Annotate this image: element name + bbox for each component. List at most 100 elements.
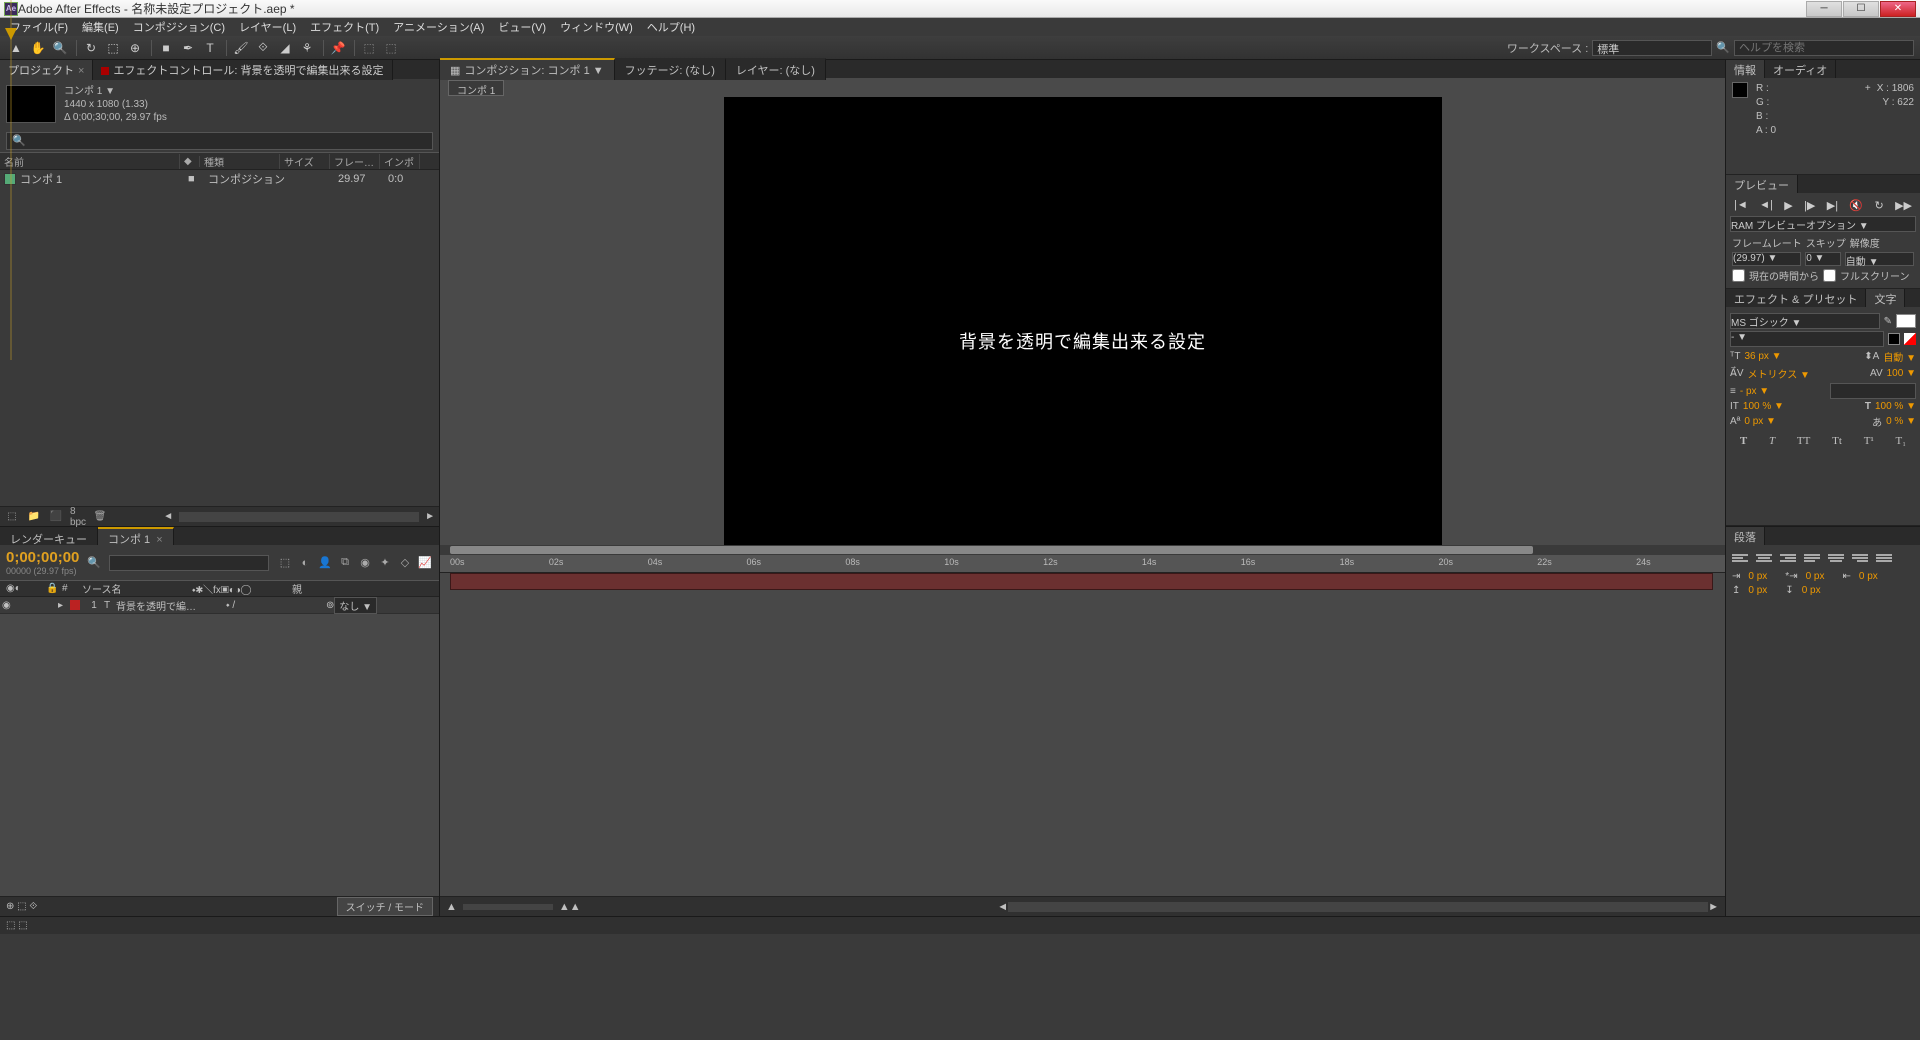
composition-thumbnail[interactable] bbox=[6, 85, 56, 123]
eyedropper-icon[interactable]: ✎ bbox=[1884, 316, 1892, 327]
faux-bold-icon[interactable]: T bbox=[1740, 435, 1747, 447]
space-after-value[interactable]: 0 px bbox=[1802, 585, 1821, 596]
pan-behind-tool-icon[interactable]: ⊕ bbox=[125, 39, 145, 57]
ram-preview-icon[interactable]: ▶▶ bbox=[1895, 199, 1912, 212]
menu-composition[interactable]: コンポジション(C) bbox=[127, 18, 231, 36]
roto-tool-icon[interactable]: ⚘ bbox=[297, 39, 317, 57]
parent-select[interactable]: なし ▼ bbox=[334, 597, 377, 614]
folder-icon[interactable]: 📁 bbox=[26, 510, 42, 524]
footage-tab[interactable]: フッテージ: (なし) bbox=[615, 58, 726, 80]
superscript-icon[interactable]: T¹ bbox=[1864, 435, 1874, 447]
kerning-value[interactable]: メトリクス ▼ bbox=[1748, 366, 1810, 381]
zoom-tool-icon[interactable]: 🔍 bbox=[50, 39, 70, 57]
workspace-selector[interactable]: 標準 bbox=[1592, 40, 1712, 56]
timeline-tracks[interactable] bbox=[440, 573, 1725, 896]
selection-tool-icon[interactable]: ▲ bbox=[6, 39, 26, 57]
project-search-input[interactable] bbox=[6, 132, 433, 150]
justify-last-right-icon[interactable] bbox=[1852, 554, 1868, 568]
work-area-bar[interactable] bbox=[440, 545, 1725, 555]
stroke-style-select[interactable] bbox=[1830, 383, 1916, 399]
composition-canvas[interactable]: 背景を透明で編集出来る設定 bbox=[724, 97, 1442, 585]
timeline-layer-list[interactable]: ◉ ▸ 1 T 背景を透明で編… ⬩ / ⊚ なし ▼ bbox=[0, 597, 439, 896]
layer-tab[interactable]: レイヤー: (なし) bbox=[726, 58, 826, 80]
subscript-icon[interactable]: T₁ bbox=[1896, 435, 1907, 447]
audio-tab[interactable]: オーディオ bbox=[1765, 60, 1836, 78]
rotate-tool-icon[interactable]: ↻ bbox=[81, 39, 101, 57]
space-before-value[interactable]: 0 px bbox=[1748, 585, 1767, 596]
render-queue-tab[interactable]: レンダーキュー bbox=[0, 527, 98, 545]
font-style-select[interactable]: - ▼ bbox=[1730, 331, 1884, 347]
indent-left-value[interactable]: 0 px bbox=[1748, 571, 1767, 582]
fill-color-swatch[interactable] bbox=[1896, 314, 1916, 328]
indent-firstline-value[interactable]: 0 px bbox=[1806, 571, 1825, 582]
paragraph-tab[interactable]: 段落 bbox=[1726, 527, 1765, 545]
brush-tool-icon[interactable]: 🖌 bbox=[231, 39, 251, 57]
menu-window[interactable]: ウィンドウ(W) bbox=[554, 18, 639, 36]
stroke-width-value[interactable]: - px ▼ bbox=[1740, 386, 1769, 397]
font-family-select[interactable]: MS ゴシック ▼ bbox=[1730, 313, 1880, 329]
menu-file[interactable]: ファイル(F) bbox=[4, 18, 74, 36]
clone-tool-icon[interactable]: ⟐ bbox=[253, 39, 273, 57]
comp-flowchart-tab[interactable]: コンポ 1 bbox=[448, 80, 504, 96]
toggle-switches-icon[interactable]: ⊕ ⬚ ⟐ bbox=[6, 901, 37, 912]
window-minimize-button[interactable]: ─ bbox=[1806, 1, 1842, 17]
timeline-column-header[interactable]: ◉◐ 🔒 # ソース名 ⬩✱＼fx▣◐◑◯ 親 bbox=[0, 580, 439, 597]
pen-tool-icon[interactable]: ✒ bbox=[178, 39, 198, 57]
menu-view[interactable]: ビュー(V) bbox=[492, 18, 552, 36]
frame-blend-icon[interactable]: ⧉ bbox=[337, 555, 353, 571]
scroll-left-icon[interactable]: ◄ bbox=[997, 901, 1008, 913]
current-time-display[interactable]: 0;00;00;00 bbox=[6, 549, 79, 566]
layer-label-icon[interactable] bbox=[70, 600, 80, 610]
auto-keyframe-icon[interactable]: ◇ bbox=[397, 555, 413, 571]
mute-icon[interactable]: 🔇 bbox=[1849, 199, 1863, 212]
help-search-input[interactable] bbox=[1734, 40, 1914, 56]
project-item-list[interactable]: コンポ 1 ■ コンポジション 29.97 0:0 bbox=[0, 170, 439, 506]
menu-layer[interactable]: レイヤー(L) bbox=[233, 18, 302, 36]
eraser-tool-icon[interactable]: ◢ bbox=[275, 39, 295, 57]
trash-icon[interactable]: 🗑 bbox=[92, 510, 108, 524]
playhead[interactable] bbox=[10, 0, 12, 360]
new-comp-icon[interactable]: ⬛ bbox=[48, 510, 64, 524]
close-icon[interactable]: × bbox=[78, 65, 84, 77]
tool-opt1-icon[interactable]: ⬚ bbox=[359, 39, 379, 57]
twirl-icon[interactable]: ▸ bbox=[58, 600, 66, 611]
timeline-search-input[interactable] bbox=[109, 555, 269, 571]
next-frame-icon[interactable]: |▶ bbox=[1804, 199, 1815, 212]
align-left-icon[interactable] bbox=[1732, 554, 1748, 568]
project-item-row[interactable]: コンポ 1 ■ コンポジション 29.97 0:0 bbox=[0, 170, 439, 188]
all-caps-icon[interactable]: TT bbox=[1797, 435, 1810, 447]
play-icon[interactable]: ▶ bbox=[1784, 199, 1792, 212]
framerate-select[interactable]: (29.97) ▼ bbox=[1732, 252, 1801, 266]
justify-all-icon[interactable] bbox=[1876, 554, 1892, 568]
effect-controls-tab[interactable]: エフェクトコントロール: 背景を透明で編集出来る設定 bbox=[93, 60, 392, 80]
tsume-value[interactable]: 0 % ▼ bbox=[1886, 416, 1916, 427]
character-tab[interactable]: 文字 bbox=[1866, 289, 1905, 307]
bpc-button[interactable]: 8 bpc bbox=[70, 510, 86, 524]
menu-help[interactable]: ヘルプ(H) bbox=[641, 18, 701, 36]
project-column-header[interactable]: 名前 ◆ 種類 サイズ フレー… インポ bbox=[0, 152, 439, 170]
effects-presets-tab[interactable]: エフェクト & プリセット bbox=[1726, 289, 1866, 307]
comp-viewer-tab[interactable]: ▦コンポジション: コンポ 1 ▼ bbox=[440, 58, 615, 80]
preview-tab[interactable]: プレビュー bbox=[1726, 175, 1798, 193]
justify-last-center-icon[interactable] bbox=[1828, 554, 1844, 568]
rectangle-tool-icon[interactable]: ■ bbox=[156, 39, 176, 57]
info-tab[interactable]: 情報 bbox=[1726, 60, 1765, 78]
first-frame-icon[interactable]: |◄ bbox=[1734, 199, 1748, 212]
graph-editor-icon[interactable]: 📈 bbox=[417, 555, 433, 571]
window-close-button[interactable]: ✕ bbox=[1880, 1, 1916, 17]
align-center-icon[interactable] bbox=[1756, 554, 1772, 568]
scroll-left-icon[interactable]: ◄ bbox=[163, 511, 173, 522]
comp-mini-flowchart-icon[interactable]: ⬚ bbox=[277, 555, 293, 571]
scroll-right-icon[interactable]: ► bbox=[425, 511, 435, 522]
time-ruler[interactable]: 00s02s04s06s08s10s12s14s16s18s20s22s24s bbox=[440, 555, 1725, 573]
fullscreen-checkbox[interactable] bbox=[1823, 269, 1836, 282]
shy-icon[interactable]: 👤 bbox=[317, 555, 333, 571]
timeline-layer-row[interactable]: ◉ ▸ 1 T 背景を透明で編… ⬩ / ⊚ なし ▼ bbox=[0, 597, 439, 614]
last-frame-icon[interactable]: ▶| bbox=[1827, 199, 1838, 212]
parent-pickwhip-icon[interactable]: ⊚ bbox=[326, 600, 334, 611]
faux-italic-icon[interactable]: T bbox=[1769, 435, 1775, 447]
menu-edit[interactable]: 編集(E) bbox=[76, 18, 125, 36]
baseline-shift-value[interactable]: 0 px ▼ bbox=[1744, 416, 1776, 427]
draft-3d-icon[interactable]: ◐ bbox=[297, 555, 313, 571]
no-color-swatch[interactable] bbox=[1904, 333, 1916, 345]
